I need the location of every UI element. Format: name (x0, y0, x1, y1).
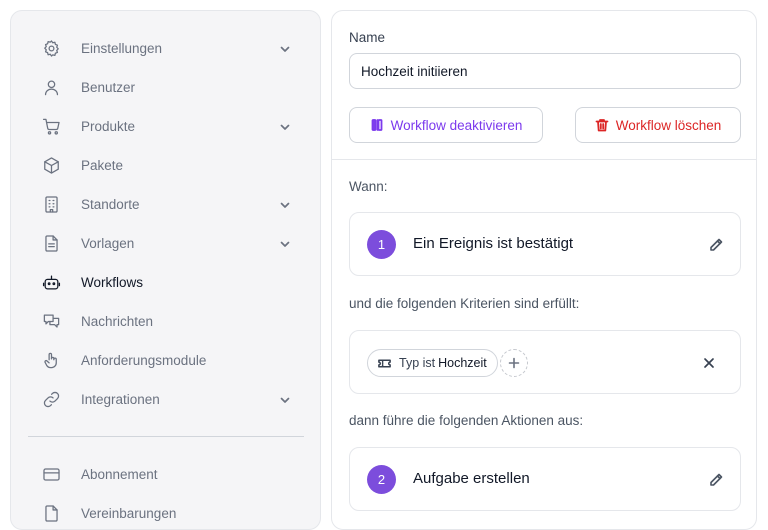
action-title: Aufgabe erstellen (413, 470, 530, 487)
credit-card-icon (41, 464, 61, 484)
chevron-down-icon[interactable] (279, 42, 291, 54)
sidebar-item-nachrichten[interactable]: Nachrichten (41, 309, 301, 333)
criteria-card: Typ ist Hochzeit (349, 330, 741, 394)
name-label: Name (349, 30, 386, 45)
criterion-prefix: Typ ist (399, 356, 436, 370)
action-card[interactable]: 2 Aufgabe erstellen (349, 447, 741, 511)
sidebar-item-pakete[interactable]: Pakete (41, 153, 301, 177)
box-icon (41, 155, 61, 175)
sidebar-item-vorlagen[interactable]: Vorlagen (41, 231, 301, 255)
delete-workflow-button[interactable]: Workflow löschen (575, 107, 741, 143)
pencil-icon[interactable] (708, 472, 724, 488)
document-icon (41, 233, 61, 253)
close-icon[interactable] (703, 356, 715, 368)
sidebar-item-label: Pakete (81, 157, 124, 173)
cart-icon (41, 116, 61, 136)
trash-icon (595, 119, 609, 132)
criteria-label: und die folgenden Kriterien sind erfüllt… (349, 296, 580, 311)
plus-icon (508, 357, 520, 369)
step-number-badge: 2 (367, 465, 396, 494)
chevron-down-icon[interactable] (279, 393, 291, 405)
add-criterion-button[interactable] (500, 349, 528, 377)
sidebar-item-label: Einstellungen (81, 40, 163, 56)
sidebar-item-label: Vorlagen (81, 235, 135, 251)
gear-icon (41, 38, 61, 58)
user-icon (41, 77, 61, 97)
chevron-down-icon[interactable] (279, 198, 291, 210)
chat-icon (41, 311, 61, 331)
robot-icon (41, 272, 61, 292)
sidebar: Einstellungen Benutzer Produkte Pakete S… (10, 10, 321, 530)
criterion-value: Hochzeit (438, 356, 487, 370)
sidebar-item-label: Integrationen (81, 391, 160, 407)
sidebar-item-label: Anforderungsmodule (81, 352, 207, 368)
actions-label: dann führe die folgenden Aktionen aus: (349, 413, 584, 428)
link-icon (41, 389, 61, 409)
sidebar-item-label: Standorte (81, 196, 140, 212)
sidebar-item-standorte[interactable]: Standorte (41, 192, 301, 216)
trigger-card[interactable]: 1 Ein Ereignis ist bestätigt (349, 212, 741, 276)
hand-pointer-icon (41, 350, 61, 370)
step-number-badge: 1 (367, 230, 396, 259)
section-divider (332, 159, 756, 160)
chevron-down-icon[interactable] (279, 120, 291, 132)
sidebar-item-abonnement[interactable]: Abonnement (41, 462, 301, 486)
sidebar-item-benutzer[interactable]: Benutzer (41, 75, 301, 99)
sidebar-item-anforderungsmodule[interactable]: Anforderungsmodule (41, 348, 301, 372)
pencil-icon[interactable] (708, 237, 724, 253)
building-icon (41, 194, 61, 214)
sidebar-item-workflows[interactable]: Workflows (41, 270, 301, 294)
sidebar-item-label: Benutzer (81, 79, 136, 95)
trigger-title: Ein Ereignis ist bestätigt (413, 235, 574, 252)
sidebar-item-label: Vereinbarungen (81, 505, 177, 521)
sidebar-divider (28, 436, 304, 437)
deactivate-workflow-label: Workflow deaktivieren (390, 117, 523, 133)
chevron-down-icon[interactable] (279, 237, 291, 249)
sidebar-item-label: Nachrichten (81, 313, 154, 329)
sidebar-item-einstellungen[interactable]: Einstellungen (41, 36, 301, 60)
sidebar-item-label: Produkte (81, 118, 136, 134)
workflow-editor: Name Workflow deaktivieren Workflow lösc… (331, 10, 757, 530)
sidebar-item-label: Workflows (81, 274, 144, 290)
delete-workflow-label: Workflow löschen (615, 117, 722, 133)
sidebar-item-integrationen[interactable]: Integrationen (41, 387, 301, 411)
deactivate-workflow-button[interactable]: Workflow deaktivieren (349, 107, 543, 143)
document-icon (41, 503, 61, 523)
name-input[interactable] (349, 53, 741, 89)
sidebar-item-produkte[interactable]: Produkte (41, 114, 301, 138)
ticket-icon (378, 358, 391, 368)
criterion-chip[interactable]: Typ ist Hochzeit (367, 349, 498, 377)
when-label: Wann: (349, 179, 388, 194)
pause-icon (371, 119, 382, 131)
sidebar-item-label: Abonnement (81, 466, 158, 482)
sidebar-item-vereinbarungen[interactable]: Vereinbarungen (41, 501, 301, 525)
